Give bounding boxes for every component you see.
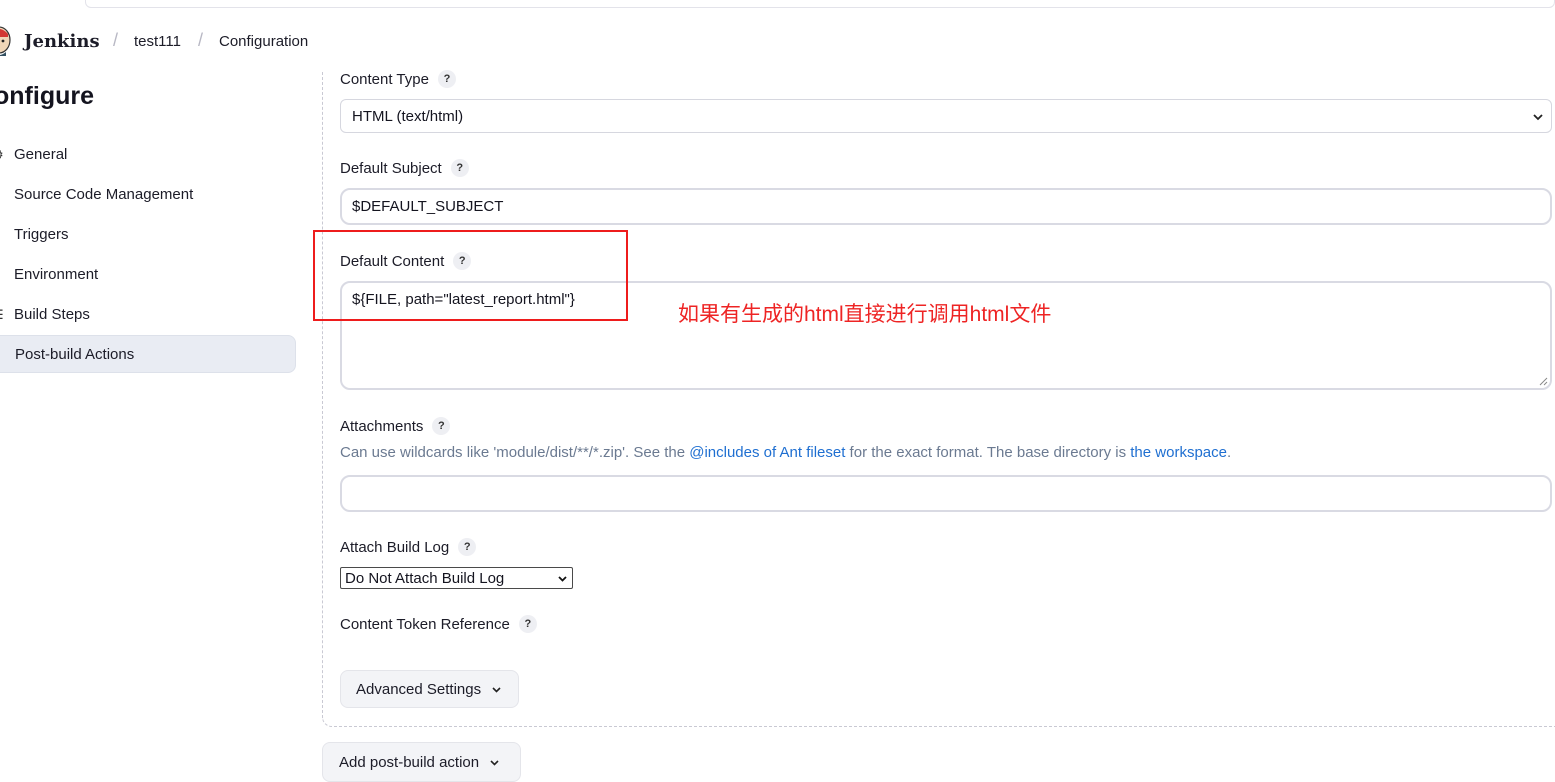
default-subject-input[interactable]: $DEFAULT_SUBJECT [340, 188, 1552, 225]
sidebar-item-post-build-actions[interactable]: ▯ Post-build Actions [0, 335, 296, 373]
label-text: Attach Build Log [340, 538, 450, 556]
default-subject-label: Default Subject ? [340, 159, 469, 177]
sidebar-item-general[interactable]: ⚙ General [0, 135, 296, 173]
attach-build-log-label: Attach Build Log ? [340, 538, 477, 556]
content-token-reference-label: Content Token Reference ? [340, 615, 537, 633]
resize-grip-icon[interactable] [1538, 376, 1548, 386]
default-content-label: Default Content ? [340, 252, 472, 270]
sidebar-item-label: General [14, 145, 68, 163]
attachments-label: Attachments ? [340, 417, 451, 435]
help-icon[interactable]: ? [458, 538, 477, 556]
attach-build-log-select[interactable]: Do Not Attach Build Log [340, 567, 573, 589]
content-type-select[interactable]: HTML (text/html) [340, 99, 1552, 133]
browser-top-strip [0, 0, 1555, 10]
ant-fileset-link[interactable]: @includes of Ant fileset [689, 444, 845, 461]
globe-icon: ◑ [0, 267, 4, 281]
sidebar-item-build-steps[interactable]: ☰ Build Steps [0, 295, 296, 333]
chevron-down-icon [490, 759, 499, 766]
section-border [322, 72, 323, 718]
help-icon[interactable]: ? [432, 417, 451, 435]
sidebar-item-label: Post-build Actions [15, 345, 135, 363]
button-label: Advanced Settings [356, 680, 482, 698]
chevron-down-icon [1533, 114, 1543, 121]
textarea-value: ${FILE, path="latest_report.html"} [352, 291, 575, 308]
sidebar-item-label: Build Steps [14, 305, 90, 323]
chevron-down-icon [558, 576, 567, 582]
hint-text: Can use wildcards like 'module/dist/**/*… [340, 444, 690, 461]
help-icon[interactable]: ? [437, 70, 456, 88]
button-label: Add post-build action [339, 753, 480, 771]
sidebar-item-label: Environment [14, 265, 99, 283]
breadcrumb-job[interactable]: test111 [134, 33, 181, 50]
label-text: Default Content [340, 252, 445, 270]
clock-icon: ◔ [0, 227, 4, 241]
sidebar-item-source-code-management[interactable]: Source Code Management [0, 175, 296, 213]
page-title: onfigure [0, 82, 94, 110]
hint-text: for the exact format. The base directory… [845, 444, 1131, 461]
top-bar [85, 0, 1555, 8]
cube-icon: ▯ [0, 348, 5, 363]
section-border-bottom [322, 717, 1555, 727]
jenkins-logo-icon[interactable] [0, 24, 12, 58]
sidebar-item-label: Source Code Management [14, 185, 194, 203]
content-type-label: Content Type ? [340, 70, 456, 88]
advanced-settings-button[interactable]: Advanced Settings [340, 670, 519, 708]
sidebar-item-environment[interactable]: ◑ Environment [0, 255, 296, 293]
label-text: Content Type [340, 70, 429, 88]
input-value: $DEFAULT_SUBJECT [352, 198, 504, 215]
label-text: Default Subject [340, 159, 442, 177]
help-icon[interactable]: ? [453, 252, 472, 270]
sidebar-item-triggers[interactable]: ◔ Triggers [0, 215, 296, 253]
label-text: Content Token Reference [340, 615, 510, 633]
select-value: HTML (text/html) [352, 107, 464, 125]
breadcrumb-separator: / [113, 30, 119, 50]
gear-icon: ⚙ [0, 147, 4, 162]
workspace-link[interactable]: the workspace [1130, 444, 1227, 461]
annotation-text: 如果有生成的html直接进行调用html文件 [678, 303, 1052, 326]
breadcrumb-configuration[interactable]: Configuration [219, 33, 308, 50]
brand-name[interactable]: Jenkins [24, 31, 100, 52]
select-value: Do Not Attach Build Log [345, 569, 505, 587]
list-icon: ☰ [0, 307, 4, 322]
hint-text: . [1226, 444, 1232, 461]
add-post-build-action-button[interactable]: Add post-build action [322, 742, 521, 782]
help-icon[interactable]: ? [518, 615, 537, 633]
header: Jenkins / test111 / Configuration [0, 20, 1555, 64]
help-icon[interactable]: ? [450, 159, 469, 177]
attachments-hint: Can use wildcards like 'module/dist/**/*… [340, 444, 1231, 461]
attachments-input[interactable] [340, 475, 1552, 512]
label-text: Attachments [340, 417, 424, 435]
branch-icon [0, 187, 4, 201]
sidebar-item-label: Triggers [14, 225, 69, 243]
chevron-down-icon [492, 686, 501, 693]
breadcrumb-separator: / [198, 30, 204, 50]
